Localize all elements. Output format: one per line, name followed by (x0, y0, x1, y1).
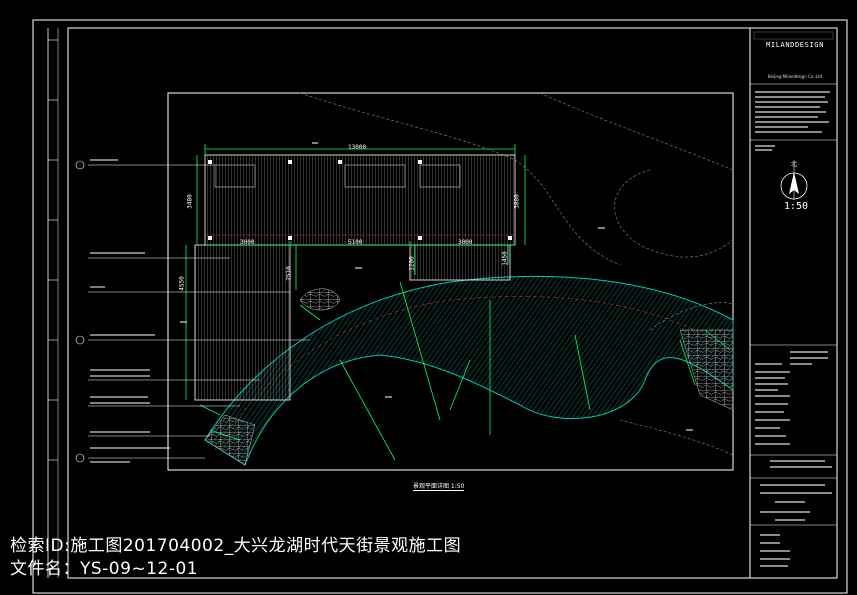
caption-file-name: 文件名：YS-09~12-01 (10, 559, 199, 579)
north-arrow-icon: 北 (780, 160, 808, 200)
rock-cluster (299, 288, 341, 311)
annotation-markers (75, 160, 85, 463)
title-block (749, 27, 838, 579)
dim-top-width: 13000 (348, 144, 367, 151)
dim-small-c: 1450 (501, 251, 509, 266)
annotation-text-bars (90, 159, 170, 463)
dim-seg-right: 3000 (458, 239, 473, 246)
binding-strip-ticks (48, 39, 58, 461)
north-arrow-scale: 1:50 (784, 201, 809, 212)
deck-platform-right (409, 244, 511, 281)
dim-left-vert: 3480 (186, 194, 194, 209)
svg-text:北: 北 (791, 160, 797, 168)
caption-index-id: 检索ID:施工图201704002_大兴龙湖时代天街景观施工图 (10, 536, 462, 556)
dim-seg-left: 3000 (240, 239, 255, 246)
cad-drawing-canvas: 北 (32, 19, 848, 594)
dim-left-tall: 4550 (178, 276, 186, 291)
dim-right-vert: 3880 (513, 194, 521, 209)
dim-small-a: 2510 (285, 266, 293, 281)
title-block-subtitle: Beijing Milandesign Co.,Ltd (767, 74, 823, 79)
stone-edge-right (679, 329, 734, 411)
title-block-brand: MILANDDESIGN (766, 41, 824, 49)
pavilion-roof (204, 154, 516, 246)
dim-seg-mid: 5100 (348, 239, 363, 246)
dim-small-b: 1200 (408, 256, 416, 271)
plan-title: 景观平面详图 1:50 (413, 483, 465, 491)
deck-platform (194, 244, 291, 401)
